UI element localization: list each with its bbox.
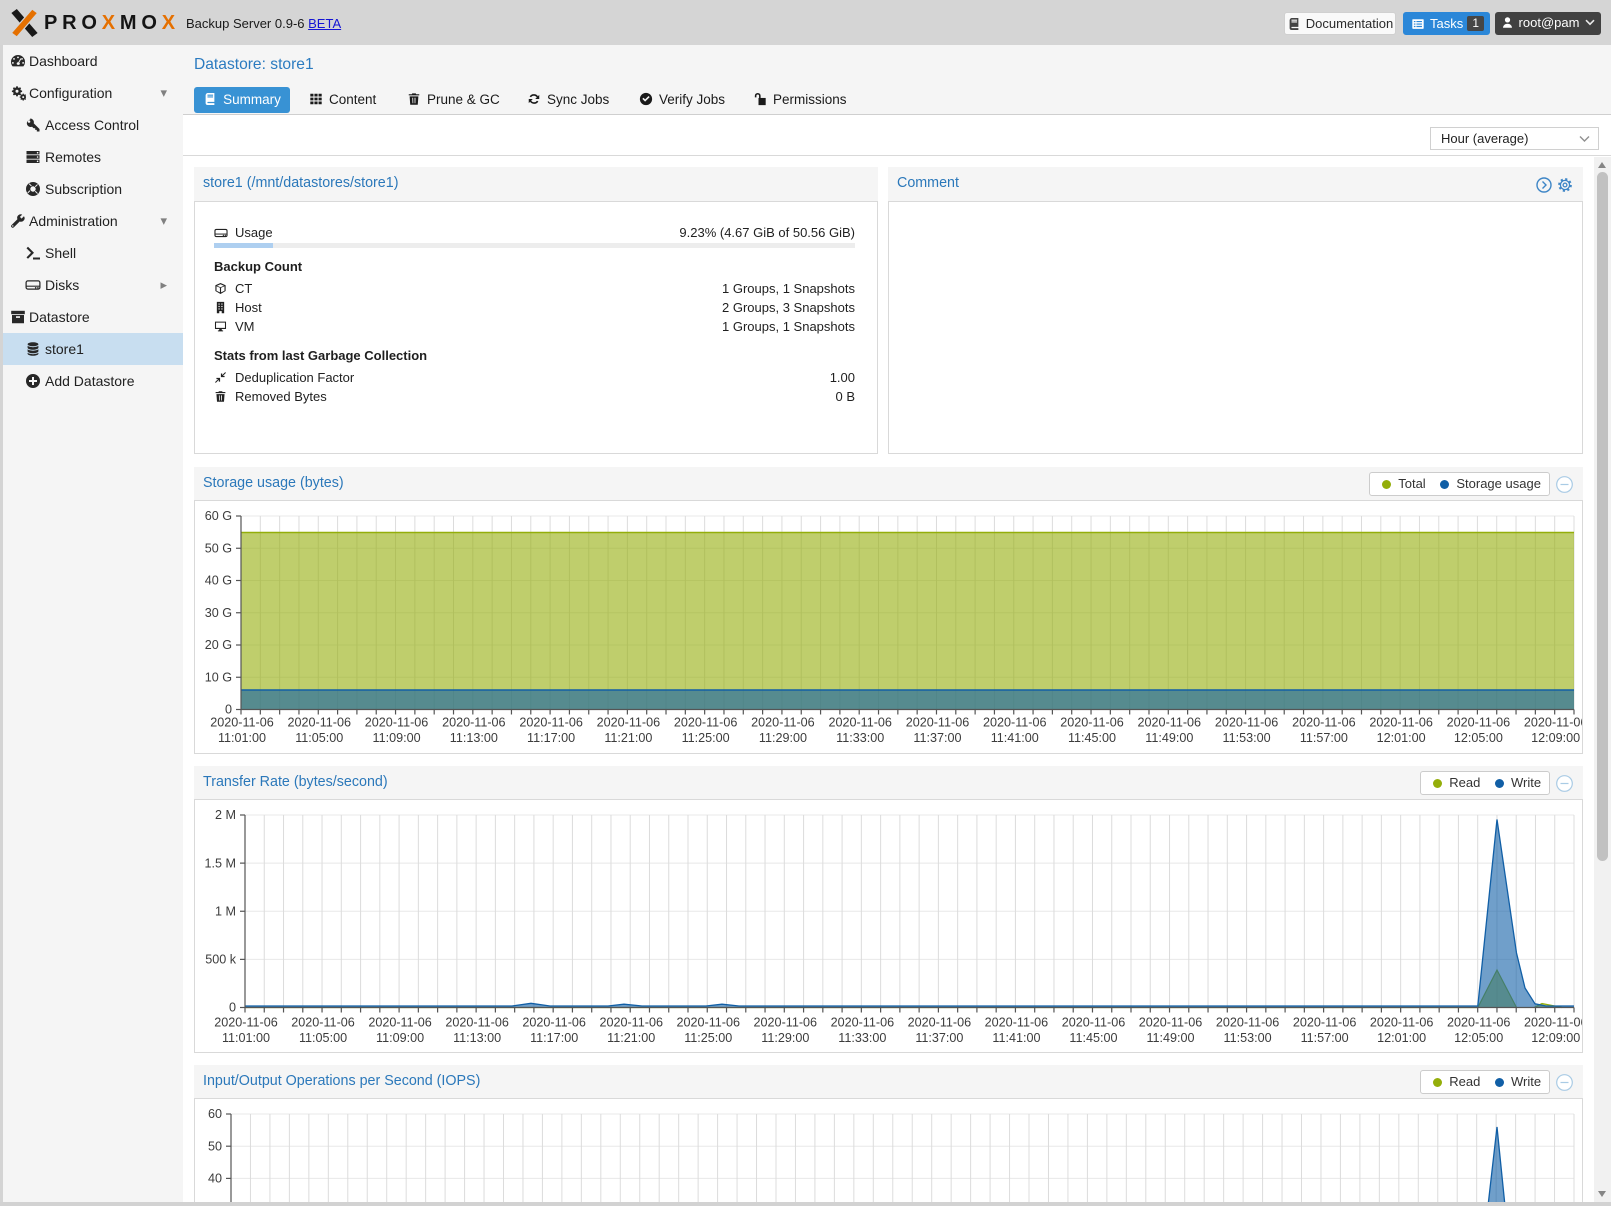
svg-text:2020-11-06: 2020-11-06 (210, 716, 274, 730)
svg-text:2020-11-06: 2020-11-06 (288, 716, 352, 730)
svg-text:2020-11-06: 2020-11-06 (1293, 1016, 1357, 1030)
svg-text:2020-11-06: 2020-11-06 (1139, 1016, 1203, 1030)
svg-text:11:53:00: 11:53:00 (1223, 731, 1271, 745)
svg-text:500 k: 500 k (205, 953, 237, 967)
svg-text:11:21:00: 11:21:00 (607, 1031, 655, 1045)
svg-text:1 M: 1 M (215, 904, 236, 918)
svg-text:2020-11-06: 2020-11-06 (1370, 1016, 1434, 1030)
svg-text:2020-11-06: 2020-11-06 (599, 1016, 663, 1030)
svg-text:11:01:00: 11:01:00 (222, 1031, 270, 1045)
svg-text:12:05:00: 12:05:00 (1454, 731, 1503, 745)
svg-text:40: 40 (208, 1172, 222, 1186)
svg-text:11:01:00: 11:01:00 (218, 731, 266, 745)
svg-text:11:53:00: 11:53:00 (1224, 1031, 1272, 1045)
svg-text:40 G: 40 G (205, 574, 232, 588)
svg-text:2020-11-06: 2020-11-06 (365, 716, 429, 730)
svg-text:2020-11-06: 2020-11-06 (291, 1016, 355, 1030)
svg-text:2020-11-06: 2020-11-06 (985, 1016, 1048, 1030)
svg-text:11:05:00: 11:05:00 (295, 731, 343, 745)
svg-text:11:05:00: 11:05:00 (299, 1031, 347, 1045)
svg-text:11:13:00: 11:13:00 (453, 1031, 501, 1045)
svg-text:2020-11-06: 2020-11-06 (368, 1016, 432, 1030)
svg-text:2020-11-06: 2020-11-06 (754, 1016, 818, 1030)
svg-text:2020-11-06: 2020-11-06 (1369, 716, 1433, 730)
svg-text:11:57:00: 11:57:00 (1301, 1031, 1349, 1045)
svg-text:11:29:00: 11:29:00 (759, 731, 807, 745)
svg-text:11:13:00: 11:13:00 (450, 731, 498, 745)
svg-text:12:05:00: 12:05:00 (1454, 1031, 1503, 1045)
svg-text:2020-11-06: 2020-11-06 (831, 1016, 895, 1030)
svg-text:2020-11-06: 2020-11-06 (908, 1016, 972, 1030)
svg-text:2020-11-06: 2020-11-06 (522, 1016, 586, 1030)
svg-text:2020-11-06: 2020-11-06 (1138, 716, 1202, 730)
svg-text:2020-11-06: 2020-11-06 (597, 716, 661, 730)
svg-text:11:45:00: 11:45:00 (1068, 731, 1116, 745)
svg-text:2020-11-06: 2020-11-06 (1447, 716, 1511, 730)
svg-text:2020-11-06: 2020-11-06 (983, 716, 1047, 730)
svg-text:11:37:00: 11:37:00 (915, 1031, 963, 1045)
svg-text:11:45:00: 11:45:00 (1069, 1031, 1117, 1045)
svg-text:1.5 M: 1.5 M (205, 856, 237, 870)
svg-text:2020-11-06: 2020-11-06 (442, 716, 506, 730)
svg-text:2020-11-06: 2020-11-06 (1216, 1016, 1280, 1030)
svg-text:2020-11-06: 2020-11-06 (445, 1016, 509, 1030)
svg-text:12:01:00: 12:01:00 (1377, 1031, 1426, 1045)
svg-text:11:17:00: 11:17:00 (530, 1031, 578, 1045)
svg-text:2020-11-06: 2020-11-06 (751, 716, 815, 730)
svg-text:11:09:00: 11:09:00 (376, 1031, 424, 1045)
svg-text:2020-11-06: 2020-11-06 (1524, 716, 1582, 730)
svg-text:2020-11-06: 2020-11-06 (1060, 716, 1124, 730)
svg-text:2020-11-06: 2020-11-06 (1062, 1016, 1126, 1030)
svg-text:11:41:00: 11:41:00 (992, 1031, 1040, 1045)
svg-text:2020-11-06: 2020-11-06 (1292, 716, 1356, 730)
svg-text:50 G: 50 G (205, 541, 232, 555)
svg-text:2020-11-06: 2020-11-06 (519, 716, 583, 730)
svg-text:2020-11-06: 2020-11-06 (214, 1016, 278, 1030)
svg-text:12:01:00: 12:01:00 (1377, 731, 1426, 745)
svg-text:2 M: 2 M (215, 808, 236, 822)
svg-text:11:41:00: 11:41:00 (991, 731, 1039, 745)
svg-text:11:57:00: 11:57:00 (1300, 731, 1348, 745)
svg-text:11:25:00: 11:25:00 (684, 1031, 732, 1045)
svg-text:11:17:00: 11:17:00 (527, 731, 575, 745)
svg-text:2020-11-06: 2020-11-06 (1524, 1016, 1582, 1030)
svg-text:0: 0 (229, 1001, 236, 1015)
svg-text:2020-11-06: 2020-11-06 (674, 716, 738, 730)
svg-text:2020-11-06: 2020-11-06 (677, 1016, 741, 1030)
svg-text:2020-11-06: 2020-11-06 (1215, 716, 1279, 730)
svg-text:12:09:00: 12:09:00 (1531, 731, 1580, 745)
svg-text:11:49:00: 11:49:00 (1145, 731, 1193, 745)
svg-text:12:09:00: 12:09:00 (1531, 1031, 1580, 1045)
svg-text:11:21:00: 11:21:00 (604, 731, 652, 745)
svg-text:60 G: 60 G (205, 509, 232, 523)
svg-text:2020-11-06: 2020-11-06 (1447, 1016, 1511, 1030)
svg-text:50: 50 (208, 1139, 222, 1153)
svg-text:20 G: 20 G (205, 638, 232, 652)
svg-text:11:29:00: 11:29:00 (761, 1031, 809, 1045)
svg-text:10 G: 10 G (205, 670, 232, 684)
svg-text:2020-11-06: 2020-11-06 (906, 716, 970, 730)
svg-text:0: 0 (225, 703, 232, 717)
svg-text:11:33:00: 11:33:00 (836, 731, 884, 745)
svg-text:30 G: 30 G (205, 606, 232, 620)
svg-text:11:09:00: 11:09:00 (373, 731, 421, 745)
svg-text:11:25:00: 11:25:00 (682, 731, 730, 745)
svg-text:2020-11-06: 2020-11-06 (828, 716, 892, 730)
svg-text:11:49:00: 11:49:00 (1146, 1031, 1194, 1045)
svg-text:60: 60 (208, 1107, 222, 1121)
svg-text:11:37:00: 11:37:00 (913, 731, 961, 745)
svg-text:11:33:00: 11:33:00 (838, 1031, 886, 1045)
